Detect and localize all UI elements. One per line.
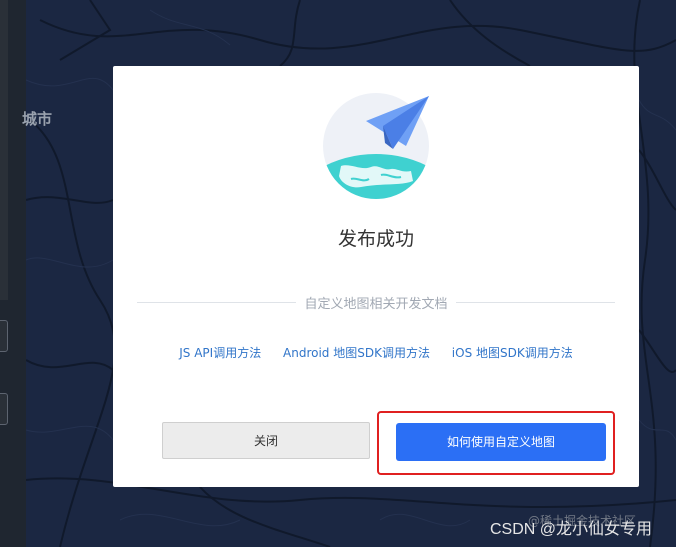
csdn-watermark: CSDN @龙小仙女专用 <box>490 521 653 538</box>
doc-links: JS API调用方法 Android 地图SDK调用方法 iOS 地图SDK调用… <box>113 344 639 361</box>
left-toolbar <box>0 0 26 547</box>
map-city-label: 城市 <box>22 110 53 128</box>
left-control-box[interactable] <box>0 393 8 425</box>
publish-success-dialog: 发布成功 自定义地图相关开发文档 JS API调用方法 Android 地图SD… <box>113 66 639 487</box>
docs-section-label-wrap: 自定义地图相关开发文档 <box>113 293 639 312</box>
docs-section-label: 自定义地图相关开发文档 <box>296 297 456 312</box>
how-to-use-custom-map-button[interactable]: 如何使用自定义地图 <box>396 423 606 461</box>
link-js-api[interactable]: JS API调用方法 <box>179 346 261 360</box>
link-android-sdk[interactable]: Android 地图SDK调用方法 <box>283 346 430 360</box>
paper-plane-globe-icon <box>323 93 429 199</box>
dialog-title: 发布成功 <box>337 228 414 250</box>
link-ios-sdk[interactable]: iOS 地图SDK调用方法 <box>452 346 573 360</box>
close-button[interactable]: 关闭 <box>162 422 370 459</box>
left-control-box[interactable] <box>0 320 8 352</box>
left-panel <box>0 0 8 300</box>
